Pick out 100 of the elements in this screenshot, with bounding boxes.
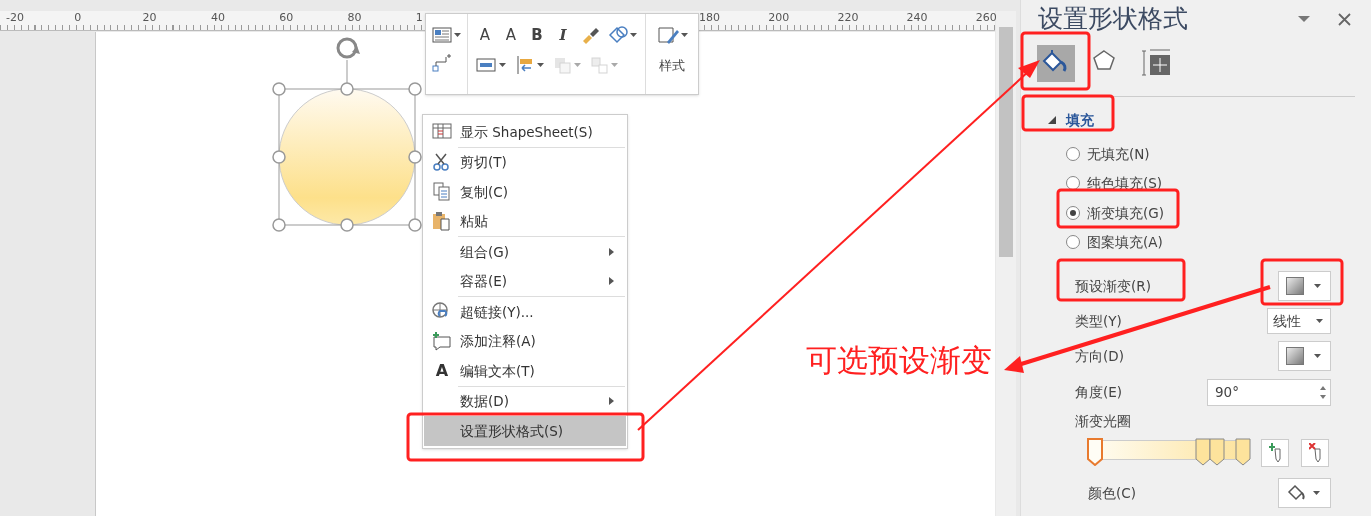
menu-item[interactable]: 复制(C) — [424, 177, 626, 207]
clipboard-icon — [432, 211, 452, 232]
caret-icon — [537, 63, 544, 67]
radio-button[interactable] — [1066, 176, 1080, 191]
menu-item[interactable]: 添加注释(A) — [424, 326, 626, 356]
ruler-label: 40 — [210, 11, 225, 25]
annotation-text: 可选预设渐变 — [806, 341, 992, 380]
radio-option[interactable]: 渐变填充(G) — [1066, 198, 1371, 228]
field-label: 类型(Y) — [1075, 311, 1123, 331]
radio-button[interactable] — [1066, 146, 1080, 161]
textbox-button[interactable] — [432, 24, 461, 46]
menu-item[interactable]: 剪切(T) — [424, 147, 626, 177]
gradient-stop-handle[interactable] — [1195, 438, 1211, 466]
expand-triangle-icon — [1048, 116, 1056, 124]
menu-item[interactable]: A 编辑文本(T) — [424, 356, 626, 386]
menu-item[interactable]: 粘贴 — [424, 206, 626, 236]
line-style-button[interactable] — [476, 56, 506, 74]
menu-item[interactable]: 组合(G) — [424, 237, 626, 267]
scissors-icon — [432, 152, 452, 173]
highlight-box — [1020, 31, 1091, 91]
radio-button[interactable] — [1066, 235, 1080, 250]
submenu-arrow-icon — [609, 397, 614, 406]
ruler-label: 60 — [279, 11, 294, 25]
field-label: 方向(D) — [1075, 346, 1125, 366]
caret-icon — [1313, 490, 1322, 496]
text-box-icon — [432, 26, 452, 44]
ruler-label: 260 — [975, 11, 997, 25]
radio-option[interactable]: 纯色填充(S) — [1066, 168, 1371, 198]
line-box-icon — [476, 56, 496, 74]
color-button[interactable] — [1278, 478, 1331, 508]
paint-bucket-icon — [1287, 484, 1305, 502]
angle-field[interactable]: 90° — [1207, 378, 1331, 406]
align-icon — [516, 55, 534, 75]
caret-icon — [1314, 353, 1323, 359]
bold-button[interactable]: B — [528, 25, 546, 45]
field-label: 角度(E) — [1075, 382, 1124, 402]
font-size-button[interactable]: A — [502, 25, 520, 45]
gradient-stop-handle[interactable] — [1209, 438, 1225, 466]
caret-icon — [454, 33, 461, 37]
caret-icon — [574, 63, 581, 67]
gradient-swatch-icon — [1286, 347, 1304, 365]
ruler-label: 1 — [415, 11, 423, 25]
submenu-arrow-icon — [609, 247, 614, 256]
field-label: 预设渐变(R) — [1075, 276, 1152, 296]
italic-button[interactable]: I — [554, 25, 572, 45]
caret-icon — [1314, 283, 1323, 289]
shape-style-button[interactable] — [608, 25, 637, 45]
gradient-stop-handle[interactable] — [1087, 438, 1103, 466]
pane-title: 设置形状格式 — [1038, 3, 1189, 36]
add-stop-icon — [1269, 443, 1281, 463]
layers-icon — [591, 56, 608, 74]
gradient-stops-slider[interactable] — [1087, 438, 1249, 468]
caret-icon — [499, 63, 506, 67]
caret-icon — [611, 63, 618, 67]
dropdown-icon[interactable] — [1298, 16, 1310, 22]
text-glyph-icon: A — [435, 358, 449, 383]
table-icon — [432, 121, 452, 142]
caret-icon — [1316, 318, 1325, 324]
ruler-label: 200 — [768, 11, 790, 25]
remove-stop-icon — [1309, 443, 1321, 463]
pane-tab[interactable] — [1037, 44, 1075, 82]
field-label: 颜色(C) — [1088, 483, 1137, 503]
submenu-arrow-icon — [609, 277, 614, 286]
field-label: 渐变光圈 — [1075, 411, 1131, 431]
menu-item[interactable]: 设置形状格式(S) — [424, 416, 626, 446]
font-size-button[interactable]: A — [476, 25, 494, 45]
ruler-label: 20 — [142, 11, 157, 25]
type-dropdown[interactable]: 线性 — [1267, 308, 1331, 334]
caret-icon — [630, 33, 637, 37]
ruler-label: -20 — [6, 11, 24, 25]
section-header[interactable]: 填充 — [1021, 109, 1094, 131]
menu-item[interactable]: 超链接(Y)... — [424, 297, 626, 327]
ruler-label: 220 — [837, 11, 859, 25]
shape-outline-icon — [656, 24, 679, 46]
copy-icon — [432, 181, 452, 202]
ruler-label: 180 — [699, 11, 720, 25]
close-icon[interactable] — [1338, 12, 1351, 26]
layers-icon — [554, 56, 571, 74]
ruler-label: 80 — [347, 11, 362, 25]
comment-icon — [432, 331, 452, 352]
menu-item[interactable]: 数据(D) — [424, 386, 626, 416]
direction-button[interactable] — [1278, 341, 1331, 371]
preset-gradient-button[interactable] — [1278, 271, 1331, 301]
menu-item[interactable]: 容器(E) — [424, 266, 626, 296]
connector-icon[interactable] — [432, 54, 452, 72]
radio-button[interactable] — [1066, 205, 1080, 220]
add-stop-button[interactable] — [1261, 439, 1289, 467]
remove-stop-button[interactable] — [1301, 439, 1329, 467]
menu-item[interactable]: 显示 ShapeSheet(S) — [424, 117, 626, 147]
caret-icon — [680, 33, 688, 37]
align-button[interactable] — [516, 55, 544, 75]
gradient-stop-handle[interactable] — [1235, 438, 1251, 466]
radio-option[interactable]: 图案填充(A) — [1066, 227, 1371, 257]
ruler-label: 0 — [74, 11, 82, 25]
shapes-icon — [608, 25, 628, 45]
spinner-icon[interactable] — [1320, 385, 1326, 399]
styles-button[interactable]: 样式 — [646, 14, 698, 94]
size-position-icon — [1142, 49, 1170, 77]
scrollbar[interactable] — [996, 11, 1016, 516]
radio-option[interactable]: 无填充(N) — [1066, 139, 1371, 169]
